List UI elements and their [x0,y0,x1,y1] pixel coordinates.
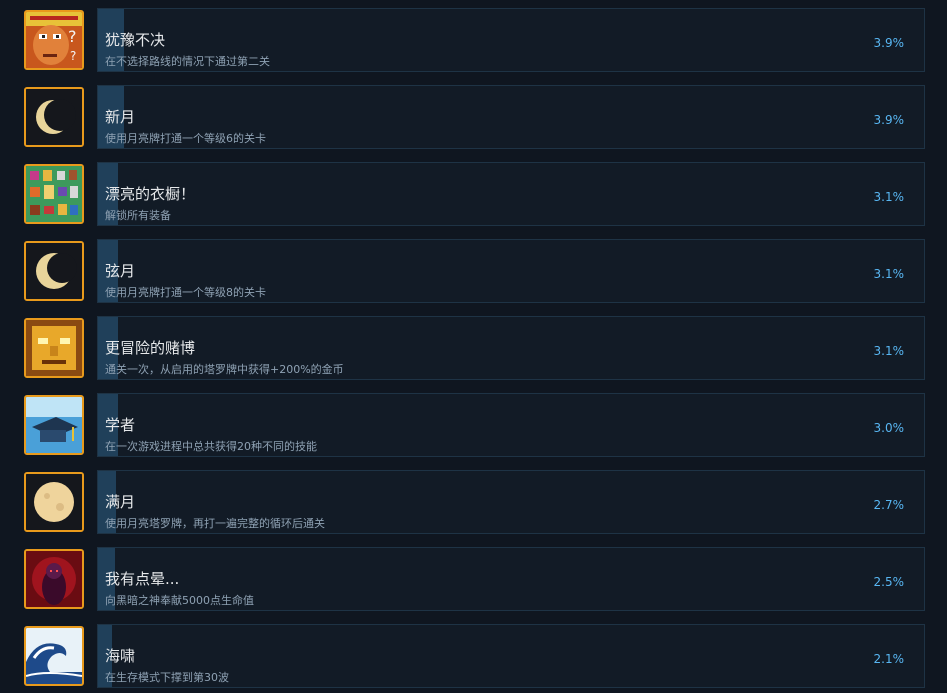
half-moon-icon [24,241,84,301]
achievement-description: 通关一次，从启用的塔罗牌中获得+200%的金币 [105,363,344,376]
achievement-description: 使用月亮牌打通一个等级6的关卡 [105,132,266,145]
achievement-description: 在一次游戏进程中总共获得20种不同的技能 [105,440,317,453]
svg-text:?: ? [70,49,76,63]
achievement-panel[interactable]: 海啸 在生存模式下撑到第30波 2.1% [97,624,925,688]
full-moon-icon [24,472,84,532]
achievement-title: 我有点晕... [105,570,180,588]
achievement-description: 解锁所有装备 [105,209,171,222]
unlock-percent: 2.7% [873,498,905,512]
achievement-panel[interactable]: 我有点晕... 向黑暗之神奉献5000点生命值 2.5% [97,547,925,611]
achievement-panel[interactable]: 更冒险的赌博 通关一次，从启用的塔罗牌中获得+200%的金币 3.1% [97,316,925,380]
achievement-panel[interactable]: 犹豫不决 在不选择路线的情况下通过第二关 3.9% [97,8,925,72]
unlock-percent: 3.1% [873,344,905,358]
achievement-description: 在不选择路线的情况下通过第二关 [105,55,270,68]
achievement-panel[interactable]: 新月 使用月亮牌打通一个等级6的关卡 3.9% [97,85,925,149]
achievement-title: 新月 [105,108,136,126]
wardrobe-equipment-icon [24,164,84,224]
svg-text:?: ? [68,27,77,46]
achievement-row: 漂亮的衣橱！ 解锁所有装备 3.1% [0,162,947,230]
achievement-description: 使用月亮牌打通一个等级8的关卡 [105,286,266,299]
unlock-percent: 3.0% [873,421,905,435]
achievement-title: 弦月 [105,262,136,280]
crescent-moon-icon [24,87,84,147]
achievement-list: ? ? 犹豫不决 在不选择路线的情况下通过第二关 3.9% 新月 使用月亮牌打通… [0,0,947,693]
achievement-row: 海啸 在生存模式下撑到第30波 2.1% [0,624,947,692]
unlock-percent: 3.1% [873,190,905,204]
scholar-cap-icon [24,395,84,455]
achievement-row: 新月 使用月亮牌打通一个等级6的关卡 3.9% [0,85,947,153]
achievement-row: 更冒险的赌博 通关一次，从启用的塔罗牌中获得+200%的金币 3.1% [0,316,947,384]
achievement-title: 漂亮的衣橱！ [105,185,196,203]
achievement-row: 学者 在一次游戏进程中总共获得20种不同的技能 3.0% [0,393,947,461]
hesitant-face-icon: ? ? [24,10,84,70]
achievement-panel[interactable]: 满月 使用月亮塔罗牌，再打一遍完整的循环后通关 2.7% [97,470,925,534]
tsunami-wave-icon [24,626,84,686]
achievement-row: 我有点晕... 向黑暗之神奉献5000点生命值 2.5% [0,547,947,615]
achievement-description: 在生存模式下撑到第30波 [105,671,229,684]
achievement-description: 使用月亮塔罗牌，再打一遍完整的循环后通关 [105,517,325,530]
achievement-title: 学者 [105,416,136,434]
achievement-title: 满月 [105,493,136,511]
achievement-row: ? ? 犹豫不决 在不选择路线的情况下通过第二关 3.9% [0,8,947,76]
unlock-percent: 3.9% [873,113,905,127]
unlock-percent: 3.1% [873,267,905,281]
achievement-title: 更冒险的赌博 [105,339,196,357]
achievement-panel[interactable]: 漂亮的衣橱！ 解锁所有装备 3.1% [97,162,925,226]
achievement-panel[interactable]: 学者 在一次游戏进程中总共获得20种不同的技能 3.0% [97,393,925,457]
achievement-panel[interactable]: 弦月 使用月亮牌打通一个等级8的关卡 3.1% [97,239,925,303]
achievement-title: 犹豫不决 [105,31,166,49]
unlock-percent: 2.1% [873,652,905,666]
achievement-row: 弦月 使用月亮牌打通一个等级8的关卡 3.1% [0,239,947,307]
dark-god-icon [24,549,84,609]
golden-face-icon [24,318,84,378]
achievement-description: 向黑暗之神奉献5000点生命值 [105,594,254,607]
achievement-row: 满月 使用月亮塔罗牌，再打一遍完整的循环后通关 2.7% [0,470,947,538]
unlock-percent: 3.9% [873,36,905,50]
achievement-title: 海啸 [105,647,136,665]
unlock-percent: 2.5% [873,575,905,589]
